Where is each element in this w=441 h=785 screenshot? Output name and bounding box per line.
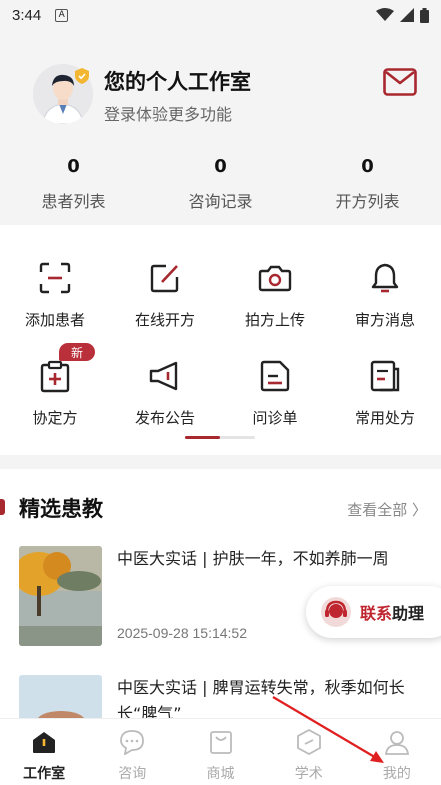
tab-label: 工作室 [23, 766, 66, 782]
function-grid: 添加患者 在线开方 拍方上传 审方消息 协定方 发布公告 问诊单 常用处方 [0, 225, 441, 455]
section-accent-bar [0, 499, 5, 515]
battery-icon [420, 7, 429, 23]
grid-item-label: 在线开方 [134, 311, 195, 329]
camera-icon [258, 265, 292, 292]
academic-icon [296, 728, 321, 756]
grid-item-label: 发布公告 [134, 409, 195, 427]
grid-item-add-patient[interactable]: 添加患者 [0, 261, 110, 330]
stat-label: 开方列表 [335, 192, 400, 211]
profile-title: 您的个人工作室 [104, 70, 251, 94]
status-time: 3:44 [12, 6, 42, 24]
autumn-lake-image [19, 546, 102, 646]
home-icon [33, 732, 56, 753]
mail-icon[interactable] [383, 68, 417, 96]
grid-item-review-messages[interactable]: 审方消息 [330, 261, 440, 330]
tab-label: 咨询 [118, 766, 147, 782]
megaphone-icon [149, 361, 178, 391]
tab-label: 我的 [382, 766, 411, 782]
grid-item-label: 添加患者 [24, 311, 85, 329]
wifi-icon [376, 8, 394, 21]
tab-label: 商城 [206, 766, 235, 782]
grid-page-indicator [185, 436, 255, 439]
bottom-tab-bar: 工作室 咨询 商城 学术 我的 [0, 718, 441, 785]
headset-icon [321, 597, 351, 627]
tab-mine[interactable]: 我的 [353, 719, 441, 785]
edit-icon [150, 264, 179, 293]
grid-item-consult-form[interactable]: 问诊单 [220, 359, 330, 428]
grid-item-label: 审方消息 [354, 311, 415, 329]
grid-item-photo-upload[interactable]: 拍方上传 [220, 261, 330, 330]
user-icon [384, 731, 409, 755]
chat-icon [120, 730, 145, 756]
profile-section: 您的个人工作室 登录体验更多功能 0 患者列表 0 咨询记录 0 开方列表 [0, 30, 441, 225]
contact-label-part2: 助理 [392, 604, 425, 623]
stat-prescription-list[interactable]: 0 开方列表 [294, 156, 441, 212]
bell-icon [371, 263, 399, 293]
contact-label: 联系助理 [360, 600, 424, 624]
grid-item-online-prescribe[interactable]: 在线开方 [110, 261, 220, 330]
stat-consult-records[interactable]: 0 咨询记录 [147, 156, 294, 212]
stat-label: 咨询记录 [188, 192, 253, 211]
form-icon [260, 360, 290, 392]
tab-consult[interactable]: 咨询 [88, 719, 176, 785]
page-indicator-active [185, 436, 220, 439]
tab-academic[interactable]: 学术 [265, 719, 353, 785]
new-badge: 新 [59, 343, 95, 361]
contact-assistant-button[interactable]: 联系助理 [306, 586, 441, 638]
article-time: 2025-09-28 15:14:52 [117, 625, 247, 641]
signal-icon [400, 8, 414, 22]
grid-item-label: 问诊单 [252, 409, 298, 427]
section-title: 精选患教 [19, 496, 103, 521]
grid-item-common-prescriptions[interactable]: 常用处方 [330, 359, 440, 428]
see-all-link[interactable]: 查看全部 〉 [347, 499, 427, 520]
status-bar: 3:44 A [0, 0, 441, 30]
shop-icon [209, 731, 232, 754]
stat-value: 0 [361, 156, 374, 177]
stat-value: 0 [67, 156, 80, 177]
clipboard-plus-icon [40, 360, 70, 393]
login-prompt[interactable]: 登录体验更多功能 [104, 101, 232, 125]
grid-item-label: 拍方上传 [244, 311, 305, 329]
stat-value: 0 [214, 156, 227, 177]
article-title: 中医大实话 | 护肤一年，不如养肺一周 [117, 549, 389, 568]
stats-row: 0 患者列表 0 咨询记录 0 开方列表 [0, 156, 441, 212]
verified-badge-icon [75, 68, 89, 84]
prescription-icon [370, 360, 400, 392]
contact-label-part1: 联系 [360, 604, 393, 623]
stat-patient-list[interactable]: 0 患者列表 [0, 156, 147, 212]
scan-icon [39, 262, 71, 294]
grid-item-label: 常用处方 [354, 409, 415, 427]
grid-item-label: 协定方 [32, 409, 78, 427]
tab-label: 学术 [294, 766, 323, 782]
stat-label: 患者列表 [41, 192, 106, 211]
tab-shop[interactable]: 商城 [176, 719, 264, 785]
grid-item-agreed-formula[interactable]: 协定方 [0, 359, 110, 428]
grid-item-publish-notice[interactable]: 发布公告 [110, 359, 220, 428]
article-thumbnail [19, 546, 102, 646]
tab-studio[interactable]: 工作室 [0, 719, 88, 785]
notification-icon: A [55, 8, 69, 22]
